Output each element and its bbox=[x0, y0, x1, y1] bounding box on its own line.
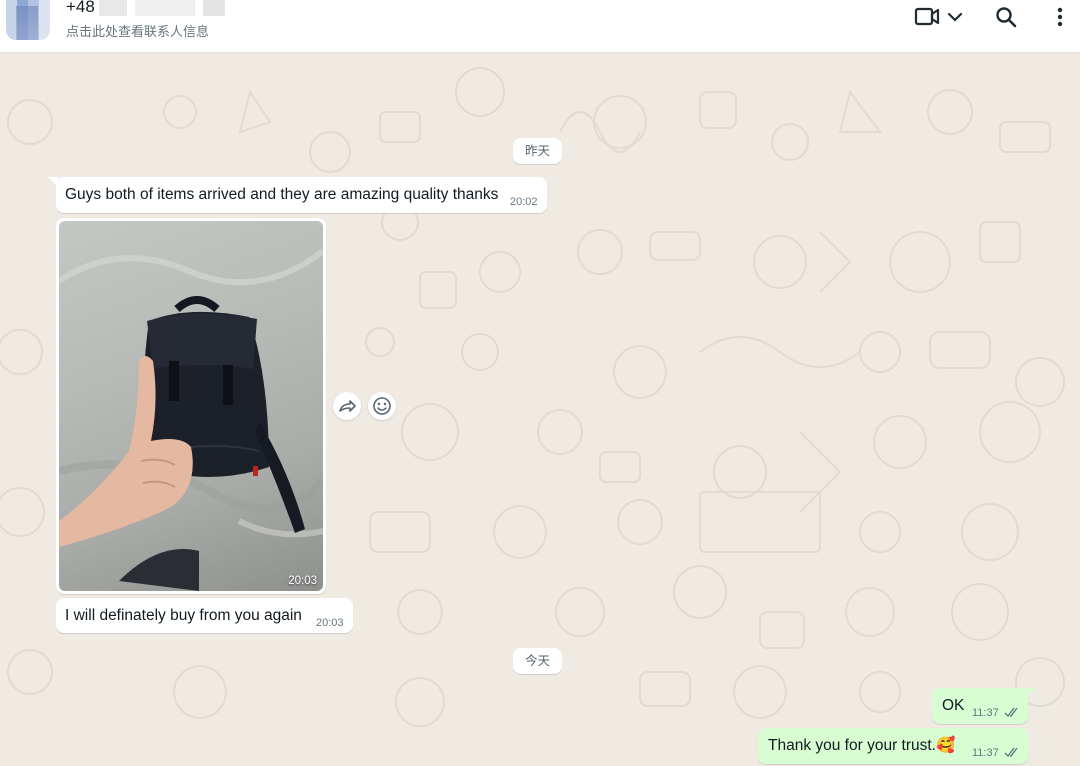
redacted-block bbox=[202, 0, 225, 16]
message-time: 11:37 bbox=[972, 747, 999, 759]
contact-phone-prefix: +48 bbox=[66, 0, 95, 16]
read-ticks-icon bbox=[1004, 747, 1018, 758]
photo-time: 20:03 bbox=[288, 575, 317, 587]
redacted-block bbox=[98, 0, 127, 16]
outgoing-message[interactable]: Thank you for your trust.🥰 11:37 bbox=[758, 728, 1028, 764]
menu-button[interactable] bbox=[1050, 6, 1070, 28]
date-separator-today: 今天 bbox=[513, 648, 563, 674]
incoming-message[interactable]: I will definately buy from you again 20:… bbox=[56, 598, 353, 633]
message-text: Thank you for your trust.🥰 bbox=[768, 737, 956, 754]
menu-icon bbox=[1057, 7, 1063, 27]
message-time: 11:37 bbox=[972, 707, 999, 719]
emoji-icon bbox=[373, 397, 391, 415]
message-text: OK bbox=[942, 697, 965, 714]
forward-button[interactable] bbox=[333, 392, 361, 420]
outgoing-message[interactable]: OK 11:37 bbox=[932, 688, 1028, 724]
redacted-block bbox=[134, 0, 195, 16]
message-photo[interactable]: 20:03 bbox=[59, 221, 323, 591]
react-button[interactable] bbox=[368, 392, 396, 420]
contact-avatar[interactable] bbox=[6, 0, 50, 40]
bubble-tail bbox=[1026, 688, 1036, 698]
message-text: Guys both of items arrived and they are … bbox=[65, 186, 499, 203]
date-separator-yesterday: 昨天 bbox=[513, 138, 563, 164]
contact-info-hint[interactable]: 点击此处查看联系人信息 bbox=[66, 21, 209, 40]
forward-icon bbox=[339, 400, 356, 412]
video-call-icon bbox=[914, 7, 963, 26]
message-text: I will definately buy from you again bbox=[65, 607, 302, 624]
read-ticks-icon bbox=[1004, 707, 1018, 718]
video-call-button[interactable] bbox=[912, 6, 968, 28]
chevron-down-icon bbox=[947, 12, 963, 22]
contact-name[interactable]: +48 bbox=[66, 0, 225, 17]
search-button[interactable] bbox=[994, 6, 1018, 28]
backpack-photo-illustration bbox=[59, 248, 323, 591]
incoming-message[interactable]: Guys both of items arrived and they are … bbox=[56, 177, 547, 213]
chat-header: +48 点击此处查看联系人信息 bbox=[0, 0, 1080, 52]
message-time: 20:02 bbox=[510, 196, 538, 208]
message-time: 20:03 bbox=[316, 617, 344, 629]
search-icon bbox=[996, 7, 1017, 28]
